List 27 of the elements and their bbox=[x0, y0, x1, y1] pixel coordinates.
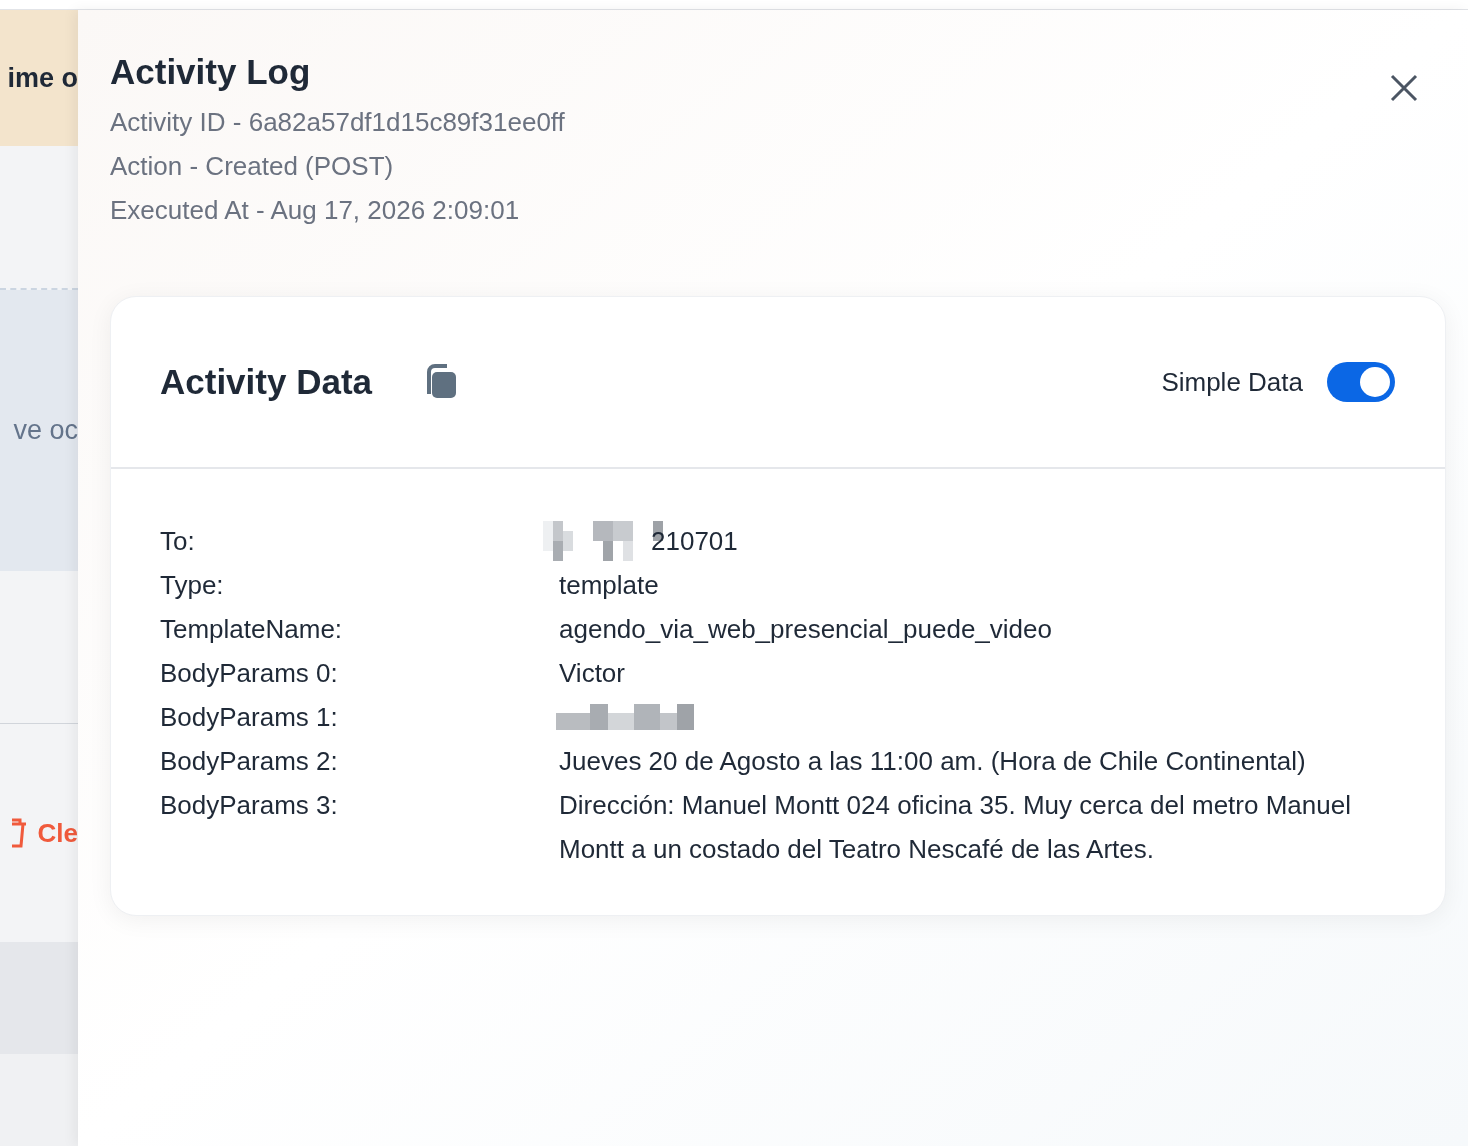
simple-data-toggle[interactable] bbox=[1327, 362, 1395, 402]
field-value: Victor bbox=[559, 657, 625, 690]
meta-line: Activity ID - 6a82a57df1d15c89f31ee0ff bbox=[110, 106, 565, 139]
copy-button[interactable] bbox=[424, 364, 459, 400]
field-label: TemplateName: bbox=[160, 613, 344, 646]
field-value: Dirección: Manuel Montt 024 oficina 35. Muy cerca del metro Manuel Montt a un costado del Teatro Nescafé de las Artes. bbox=[559, 789, 1352, 866]
field-value: 210701 bbox=[651, 525, 738, 558]
field-label: BodyParams 3: bbox=[160, 789, 339, 822]
meta-line: Action - Created (POST) bbox=[110, 150, 395, 183]
field-label: BodyParams 1: bbox=[160, 701, 339, 734]
field-label: BodyParams 2: bbox=[160, 745, 339, 778]
card-title: Activity Data bbox=[160, 360, 373, 403]
clear-button[interactable]: Cle bbox=[11, 813, 78, 853]
field-label: BodyParams 0: bbox=[160, 657, 339, 690]
toggle-label: Simple Data bbox=[1161, 365, 1303, 399]
close-icon bbox=[1390, 74, 1418, 102]
field-value: agendo_via_web_presencial_puede_video bbox=[559, 613, 1052, 646]
drawer-title: Activity Log bbox=[110, 51, 312, 93]
copy-icon bbox=[424, 364, 459, 400]
trash-icon bbox=[11, 818, 26, 848]
heading-fragment: ime o bbox=[7, 61, 78, 95]
meta-line: Executed At - Aug 17, 2026 2:09:01 bbox=[110, 194, 521, 227]
text-fragment: ve oc bbox=[13, 414, 78, 448]
field-label: To: bbox=[160, 525, 196, 558]
field-label: Type: bbox=[160, 569, 225, 602]
field-value: Jueves 20 de Agosto a las 11:00 am. (Hora de Chile Continental) bbox=[559, 745, 1306, 778]
field-value: template bbox=[559, 569, 659, 602]
